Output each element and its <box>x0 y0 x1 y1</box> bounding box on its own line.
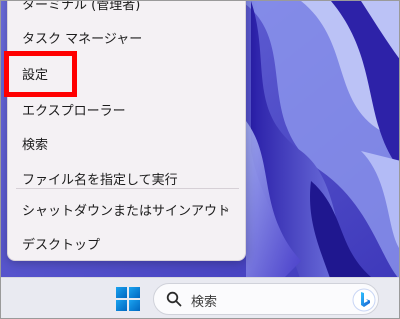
menu-item-explorer[interactable]: エクスプローラー <box>8 94 245 124</box>
menu-item-label: 検索 <box>22 137 49 153</box>
taskbar-search-box[interactable]: 検索 <box>153 283 379 315</box>
menu-item-label: デスクトップ <box>22 237 101 253</box>
menu-item-label: シャットダウンまたはサインアウト <box>22 203 231 219</box>
menu-item-desktop[interactable]: デスクトップ <box>8 228 245 258</box>
desktop-screen: ターミナル (管理者) タスク マネージャー 設定 エクスプローラー 検索 ファ… <box>0 0 400 319</box>
menu-item-task-manager[interactable]: タスク マネージャー <box>8 22 245 52</box>
start-button[interactable] <box>115 286 141 312</box>
menu-separator <box>16 188 239 189</box>
bing-logo-icon[interactable] <box>352 288 376 312</box>
start-context-menu: ターミナル (管理者) タスク マネージャー 設定 エクスプローラー 検索 ファ… <box>7 0 246 261</box>
taskbar: 検索 <box>1 277 399 318</box>
menu-item-label: タスク マネージャー <box>22 31 143 47</box>
menu-item-terminal-admin[interactable]: ターミナル (管理者) <box>8 0 245 18</box>
search-placeholder: 検索 <box>191 295 218 310</box>
chevron-right-icon: › <box>224 202 229 216</box>
menu-item-label: エクスプローラー <box>22 103 126 119</box>
windows-logo-icon <box>116 287 140 311</box>
menu-item-label: ファイル名を指定して実行 <box>22 172 178 188</box>
annotation-highlight-box <box>4 51 77 97</box>
menu-item-label: ターミナル (管理者) <box>22 0 141 13</box>
menu-item-search[interactable]: 検索 <box>8 128 245 158</box>
menu-item-shutdown-signout[interactable]: シャットダウンまたはサインアウト › <box>8 194 245 224</box>
search-icon <box>166 291 182 307</box>
